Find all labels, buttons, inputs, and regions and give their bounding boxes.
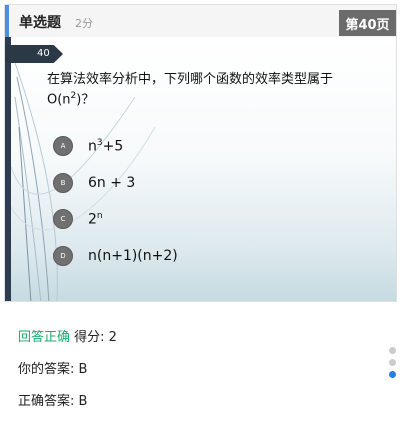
slide-left-bar — [5, 37, 11, 301]
option-a-circle-icon: A — [53, 136, 73, 156]
question-header: 单选题 2分 第40页 — [5, 5, 396, 38]
option-b-circle-icon: B — [53, 173, 73, 193]
option-d[interactable]: D n(n+1)(n+2) — [53, 245, 178, 267]
question-number-arrow: 40 — [5, 45, 63, 63]
pagination-dots — [389, 347, 396, 383]
slide-image: 40 在算法效率分析中，下列哪个函数的效率类型属于O(n2)？ A n3+5 B… — [5, 37, 396, 301]
your-answer: 你的答案: B — [18, 362, 88, 377]
option-a-text: n3+5 — [88, 137, 124, 155]
page-number-badge: 第40页 — [339, 10, 396, 36]
question-type-label: 单选题 — [19, 15, 61, 31]
option-c[interactable]: C 2n — [53, 208, 103, 230]
question-score-label: 2分 — [75, 17, 93, 30]
correct-answer: 正确答案: B — [18, 394, 88, 409]
result-line: 回答正确 得分: 2 — [18, 326, 117, 345]
question-number: 40 — [37, 48, 50, 59]
pagination-dot-3[interactable] — [389, 371, 396, 378]
option-b-text: 6n + 3 — [88, 175, 136, 191]
header-accent-bar — [5, 5, 9, 37]
option-d-text: n(n+1)(n+2) — [88, 248, 178, 264]
option-d-circle-icon: D — [53, 246, 73, 266]
question-text-suffix: )？ — [76, 92, 95, 108]
pagination-dot-2[interactable] — [389, 359, 396, 366]
option-c-text: 2n — [88, 210, 103, 228]
answer-status: 回答正确 — [18, 330, 71, 345]
question-text: 在算法效率分析中，下列哪个函数的效率类型属于O(n2)？ — [47, 71, 357, 108]
question-card: 单选题 2分 第40页 40 在算法效率分析中，下列哪个函数的效率类型属于O(n… — [4, 4, 397, 302]
pagination-dot-1[interactable] — [389, 347, 396, 354]
option-a[interactable]: A n3+5 — [53, 135, 123, 157]
score-text: 得分: 2 — [74, 330, 117, 345]
option-c-circle-icon: C — [53, 209, 73, 229]
option-b[interactable]: B 6n + 3 — [53, 172, 135, 194]
